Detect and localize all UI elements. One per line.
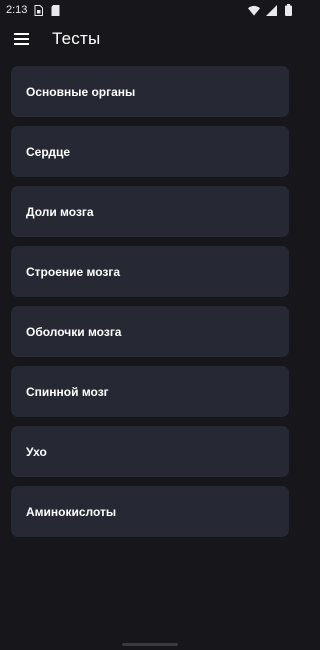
- signal-icon: [265, 4, 277, 16]
- test-item-spinal-cord[interactable]: Спинной мозг: [11, 366, 289, 417]
- hamburger-menu-icon[interactable]: [12, 30, 30, 48]
- gesture-nav-handle[interactable]: [122, 643, 178, 646]
- status-right: [248, 4, 294, 16]
- test-item-brain-lobes[interactable]: Доли мозга: [11, 186, 289, 237]
- battery-icon: [282, 4, 294, 16]
- test-item-label: Основные органы: [26, 84, 136, 99]
- test-item-label: Сердце: [26, 144, 71, 159]
- test-item-label: Доли мозга: [26, 204, 94, 219]
- test-item-ear[interactable]: Ухо: [11, 426, 289, 477]
- sim-icon: [32, 4, 44, 16]
- page-title: Тесты: [52, 29, 101, 48]
- test-item-label: Спинной мозг: [26, 384, 109, 399]
- test-item-brain-meninges[interactable]: Оболочки мозга: [11, 306, 289, 357]
- app-screen: 2:13 Тесты Основные органы Сердце Доли м…: [0, 0, 300, 650]
- tests-list: Основные органы Сердце Доли мозга Строен…: [11, 66, 289, 546]
- status-left: 2:13: [6, 4, 61, 16]
- test-item-amino-acids[interactable]: Аминокислоты: [11, 486, 289, 537]
- app-bar: Тесты: [0, 20, 300, 58]
- test-item-label: Ухо: [26, 444, 47, 459]
- wifi-icon: [248, 4, 260, 16]
- test-item-brain-structure[interactable]: Строение мозга: [11, 246, 289, 297]
- test-item-heart[interactable]: Сердце: [11, 126, 289, 177]
- test-item-label: Строение мозга: [26, 264, 121, 279]
- status-time: 2:13: [6, 4, 28, 16]
- test-item-main-organs[interactable]: Основные органы: [11, 66, 289, 117]
- sd-card-icon: [49, 4, 61, 16]
- test-item-label: Оболочки мозга: [26, 324, 122, 339]
- test-item-label: Аминокислоты: [26, 504, 117, 519]
- status-bar: 2:13: [0, 0, 300, 20]
